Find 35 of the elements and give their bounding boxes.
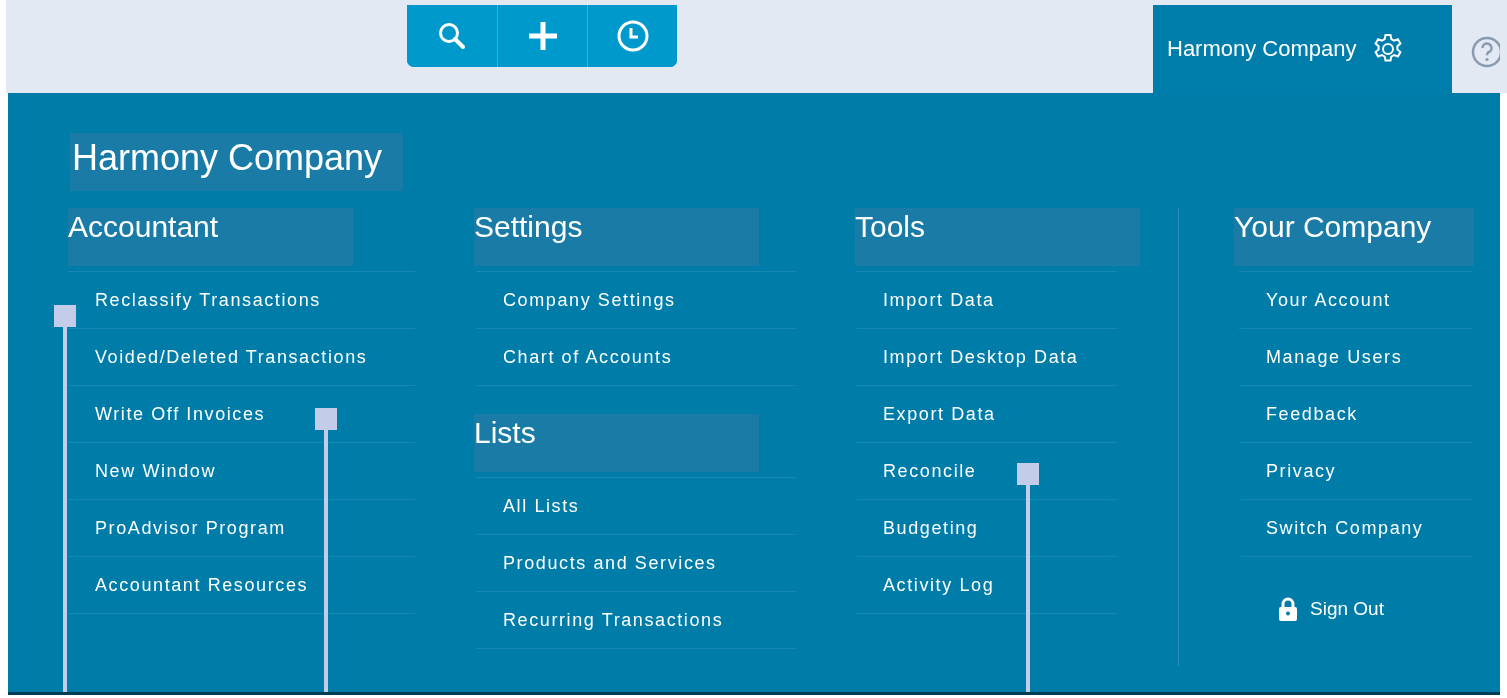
menu-title: Harmony Company — [70, 133, 403, 191]
menu-item[interactable]: Recurring Transactions — [476, 592, 795, 649]
menu-item[interactable]: Privacy — [1239, 443, 1472, 500]
menu-item[interactable]: Import Data — [856, 272, 1117, 329]
section-heading: Lists — [474, 414, 759, 472]
menu-item[interactable]: Manage Users — [1239, 329, 1472, 386]
menu-item[interactable]: Company Settings — [476, 272, 795, 329]
menu-item[interactable]: Your Account — [1239, 272, 1472, 329]
menu-item[interactable]: Reclassify Transactions — [68, 272, 415, 329]
menu-item[interactable]: Chart of Accounts — [476, 329, 795, 386]
section-heading: Accountant — [68, 208, 353, 266]
section-heading: Settings — [474, 208, 759, 266]
menu-item[interactable]: Feedback — [1239, 386, 1472, 443]
menu-item[interactable]: All Lists — [476, 478, 795, 535]
recent-button[interactable] — [587, 5, 677, 67]
menu-item[interactable]: Import Desktop Data — [856, 329, 1117, 386]
company-menu-tab[interactable]: Harmony Company — [1153, 5, 1452, 93]
menu-item[interactable]: New Window — [68, 443, 415, 500]
menu-item[interactable]: ProAdvisor Program — [68, 500, 415, 557]
menu-item[interactable]: Activity Log — [856, 557, 1117, 614]
menu-item[interactable]: Export Data — [856, 386, 1117, 443]
help-icon[interactable] — [1470, 35, 1500, 69]
menu-item[interactable]: Write Off Invoices — [68, 386, 415, 443]
menu-item[interactable]: Products and Services — [476, 535, 795, 592]
sign-out-link[interactable]: Sign Out — [1278, 597, 1384, 621]
section-heading: Your Company — [1234, 208, 1474, 266]
menu-item[interactable]: Accountant Resources — [68, 557, 415, 614]
menu-item[interactable]: Voided/Deleted Transactions — [68, 329, 415, 386]
search-icon — [436, 20, 468, 52]
menu-item[interactable]: Reconcile — [856, 443, 1117, 500]
menu-item[interactable]: Switch Company — [1239, 500, 1472, 557]
menu-item[interactable]: Budgeting — [856, 500, 1117, 557]
section-heading: Tools — [855, 208, 1140, 266]
clock-icon — [615, 19, 650, 53]
lock-icon — [1278, 597, 1298, 621]
